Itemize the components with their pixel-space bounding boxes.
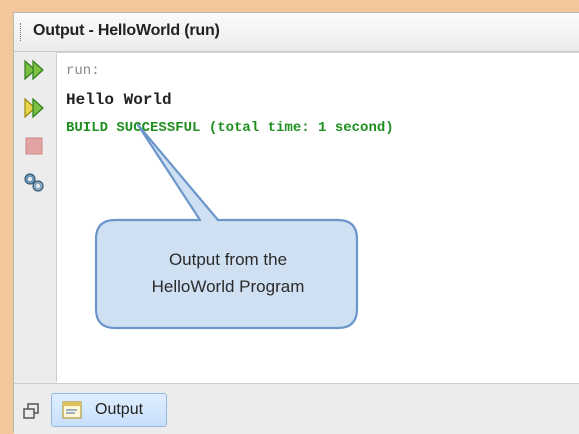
settings-icon[interactable] <box>22 170 46 194</box>
console-output[interactable]: run: Hello World BUILD SUCCESSFUL (total… <box>57 52 579 383</box>
output-window: Output - HelloWorld (run) run: Hello Wor… <box>13 12 579 434</box>
stop-icon[interactable] <box>22 134 46 158</box>
bottom-tab-bar: Output <box>14 383 579 434</box>
callout-line-2: HelloWorld Program <box>151 277 305 296</box>
console-line-output: Hello World <box>66 91 172 109</box>
tab-output-label: Output <box>95 401 144 418</box>
callout-text: Output from the HelloWorld Program <box>98 246 358 300</box>
console-line-build-status: BUILD SUCCESSFUL (total time: 1 second) <box>66 120 394 136</box>
titlebar-grip[interactable] <box>20 23 24 41</box>
output-window-icon <box>62 401 82 419</box>
restore-window-icon[interactable] <box>22 402 40 420</box>
rerun-icon[interactable] <box>22 58 46 82</box>
tab-output[interactable]: Output <box>51 393 167 427</box>
window-title: Output - HelloWorld (run) <box>33 22 220 39</box>
console-line-run: run: <box>66 63 100 79</box>
callout-line-1: Output from the <box>168 250 288 269</box>
output-toolbar <box>14 52 57 382</box>
window-titlebar[interactable]: Output - HelloWorld (run) <box>14 13 579 52</box>
rerun-with-options-icon[interactable] <box>22 96 46 120</box>
